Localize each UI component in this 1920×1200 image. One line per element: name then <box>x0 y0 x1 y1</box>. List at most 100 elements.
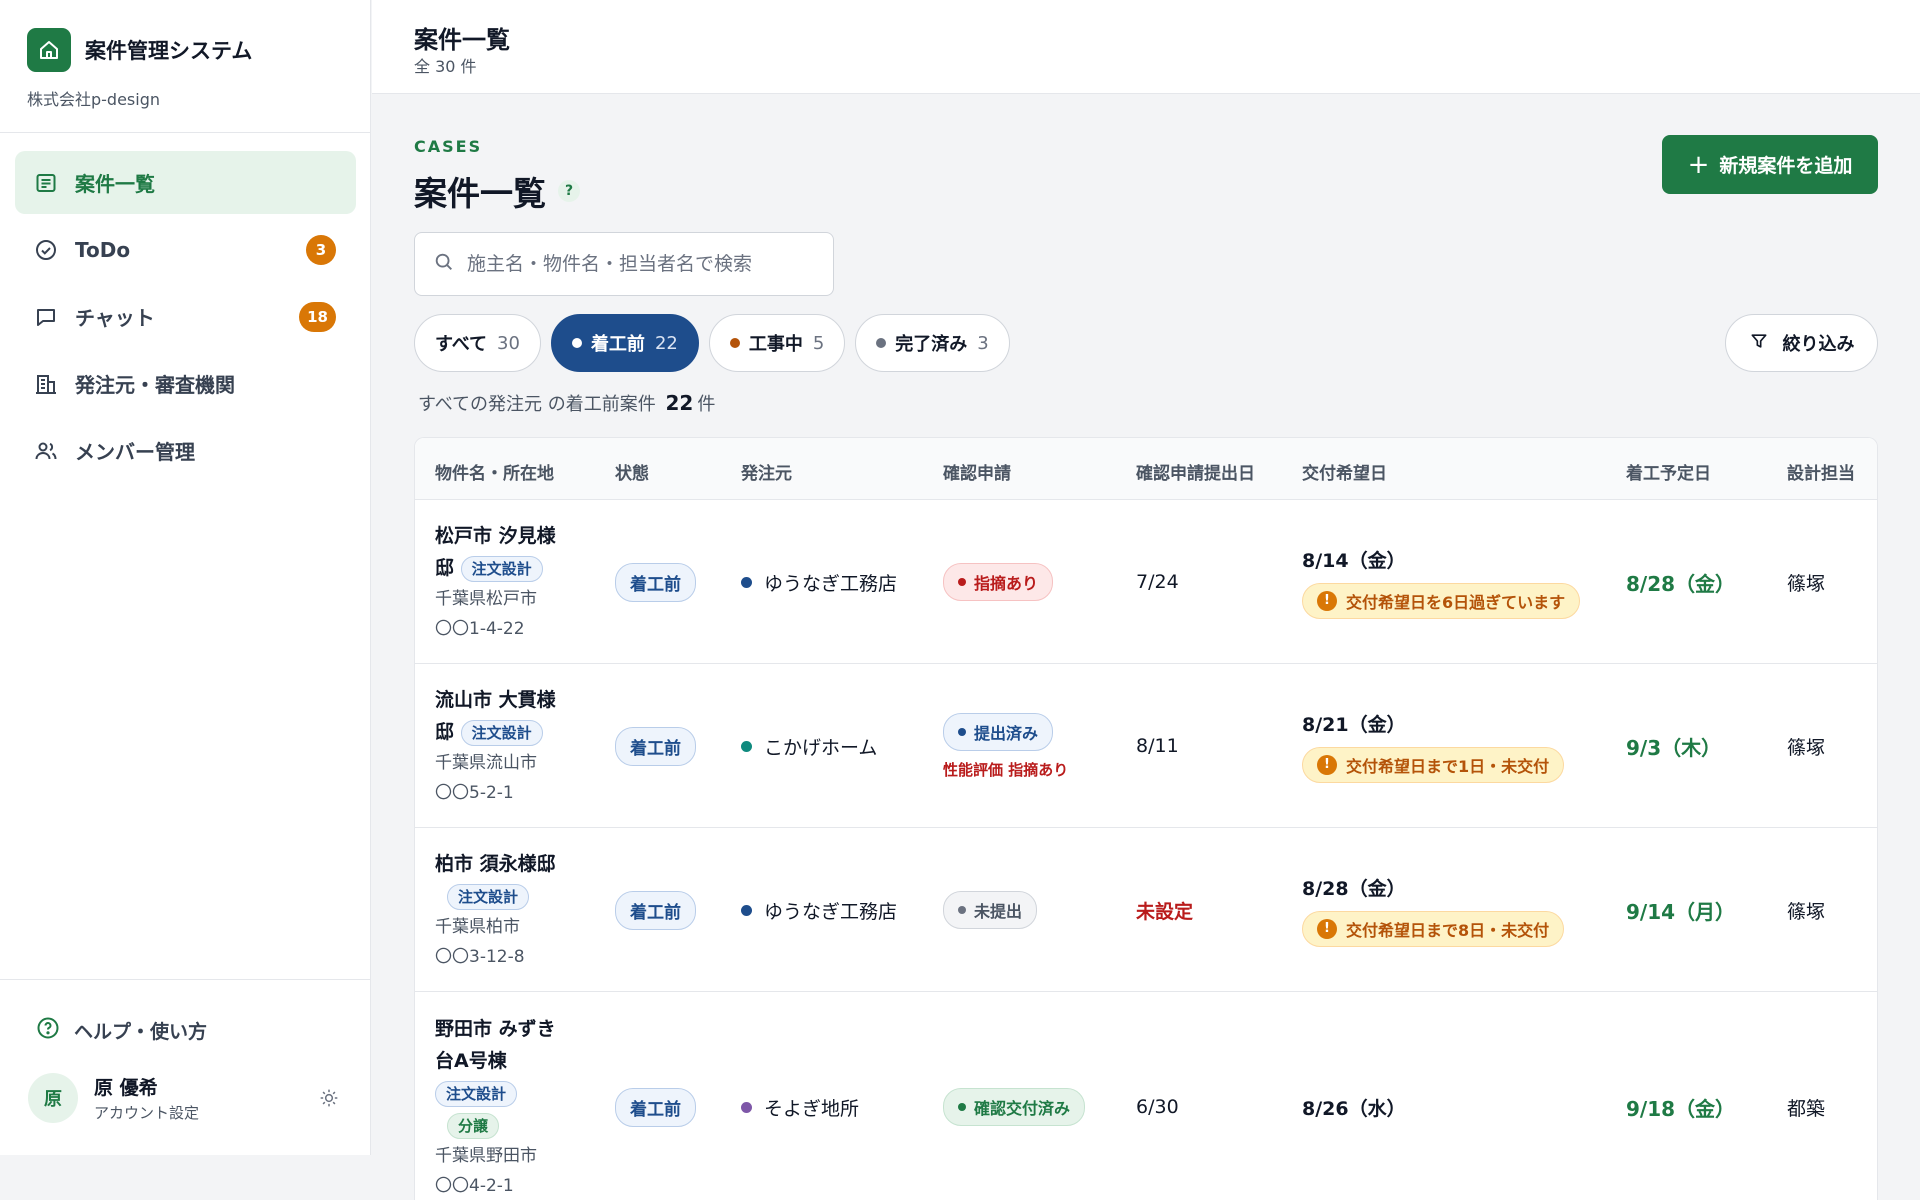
property-address-line: 〇〇1-4-22 <box>435 619 525 639</box>
status-dot-icon <box>876 338 887 348</box>
property-name-line: 注文設計 <box>435 880 556 912</box>
column-header[interactable]: 確認申請 <box>943 459 1011 484</box>
type-tag: 注文設計 <box>435 1080 518 1107</box>
client-name[interactable]: こかげホーム <box>741 733 877 760</box>
column-header[interactable]: 着工予定日 <box>1626 459 1711 484</box>
start-date-cell: 8/28（金） <box>1626 500 1735 664</box>
check-circle-icon <box>33 237 59 263</box>
brand[interactable]: 案件管理システム <box>27 28 252 72</box>
property-address: 千葉県野田市 <box>435 1146 537 1166</box>
search-input[interactable] <box>467 253 807 275</box>
status-tab[interactable]: 着工前 22 <box>550 314 699 372</box>
delivery-cell: 8/14（金）! 交付希望日を6日過ぎています <box>1302 500 1581 664</box>
sun-icon[interactable] <box>316 1085 342 1111</box>
client-name[interactable]: ゆうなぎ工務店 <box>741 569 897 596</box>
property-name-cont[interactable]: 邸 <box>435 557 454 579</box>
top-header: 案件一覧 全 30 件 <box>372 0 1920 94</box>
confirm-note: 性能評価 指摘あり <box>943 760 1069 779</box>
filter-button[interactable]: 絞り込み <box>1725 314 1878 372</box>
sidebar-item-check-circle[interactable]: ToDo 3 <box>15 218 356 281</box>
sidebar-item-users[interactable]: メンバー管理 <box>15 419 356 482</box>
users-icon <box>33 438 59 464</box>
help-circle-icon <box>36 1016 60 1044</box>
designer-name: 篠塚 <box>1787 900 1826 923</box>
tab-label: すべて <box>435 334 488 355</box>
status-badge: 着工前 <box>615 726 696 766</box>
property-cell: 松戸市 汐見様邸 注文設計 千葉県松戸市 〇〇1-4-22 <box>435 500 585 664</box>
page-title-text: 案件一覧 <box>414 174 546 213</box>
column-header[interactable]: 状態 <box>615 459 649 484</box>
status-dot-icon <box>729 338 740 348</box>
cases-table: 物件名・所在地 状態 発注元 確認申請 確認申請提出日 交付希望日 着工予定日 設計担当 松戸… <box>414 437 1878 1200</box>
property-address-line: 〇〇3-12-8 <box>435 947 525 967</box>
status-badge: 着工前 <box>615 1087 696 1127</box>
client-name[interactable]: そよぎ地所 <box>741 1094 859 1121</box>
client-label: そよぎ地所 <box>764 1097 860 1120</box>
property-address-line: 〇〇4-2-1 <box>435 1176 514 1196</box>
property-name[interactable]: 柏市 須永様邸 <box>435 848 556 880</box>
account-settings-link[interactable]: アカウント設定 <box>94 1102 199 1123</box>
type-tag: 注文設計 <box>447 883 530 910</box>
company-name: 株式会社p-design <box>27 90 161 109</box>
column-header[interactable]: 発注元 <box>741 459 792 484</box>
column-header[interactable]: 確認申請提出日 <box>1136 459 1255 484</box>
property-cell: 野田市 みずき 台A号棟 注文設計 分譲 千葉県野田市 〇〇4-2-1 <box>435 992 585 1200</box>
property-address: 千葉県柏市 <box>435 917 520 937</box>
delivery-date: 8/28（金） <box>1302 877 1406 900</box>
client-dot-icon <box>741 576 752 588</box>
delivery-warning: ! 交付希望日まで1日・未交付 <box>1302 746 1565 783</box>
add-case-label: 新規案件を追加 <box>1719 155 1853 177</box>
help-tooltip-icon[interactable]: ? <box>558 180 580 202</box>
table-row[interactable]: 流山市 大貫様邸 注文設計 千葉県流山市 〇〇5-2-1 着工前 こかげホーム 提出済み性… <box>415 664 1877 828</box>
property-name-line: 台A号棟 注文設計 <box>435 1045 585 1109</box>
tab-label: 工事中 <box>748 334 803 355</box>
summary-count: 22 <box>665 391 694 415</box>
status-tab[interactable]: 工事中 5 <box>708 314 846 372</box>
table-row[interactable]: 柏市 須永様邸 注文設計 千葉県柏市 〇〇3-12-8 着工前 ゆうなぎ工務店 未提出 未設定… <box>415 828 1877 992</box>
designer-cell: 篠塚 <box>1787 500 1825 664</box>
tab-count: 3 <box>977 332 989 354</box>
type-tag: 分譲 <box>447 1112 500 1139</box>
sidebar-item-building[interactable]: 発注元・審査機関 <box>15 352 356 415</box>
property-name[interactable]: 野田市 みずき <box>435 1013 585 1045</box>
client-cell: ゆうなぎ工務店 <box>741 500 897 664</box>
start-date-cell: 9/14（月） <box>1626 828 1735 992</box>
sidebar: 案件管理システム 株式会社p-design 案件一覧 ToDo 3 チャット 18 発注元… <box>0 0 371 1155</box>
chat-icon <box>33 304 59 330</box>
add-case-button[interactable]: + 新規案件を追加 <box>1662 135 1878 194</box>
client-name[interactable]: ゆうなぎ工務店 <box>741 897 897 924</box>
help-link[interactable]: ヘルプ・使い方 <box>36 1016 207 1044</box>
status-cell: 着工前 <box>615 992 696 1200</box>
status-tab[interactable]: すべて 30 <box>414 314 541 372</box>
type-tag: 注文設計 <box>460 719 543 746</box>
table-row[interactable]: 松戸市 汐見様邸 注文設計 千葉県松戸市 〇〇1-4-22 着工前 ゆうなぎ工務店 指摘あ… <box>415 500 1877 664</box>
property-name-line: 邸 注文設計 <box>435 552 556 584</box>
tab-label: 着工前 <box>590 334 645 355</box>
sidebar-item-label: メンバー管理 <box>75 440 195 464</box>
column-header[interactable]: 物件名・所在地 <box>435 459 554 484</box>
designer-name: 都築 <box>1787 1097 1826 1120</box>
status-dot-icon <box>958 727 966 736</box>
delivery-cell: 8/26（水） <box>1302 992 1406 1200</box>
property-name-cont[interactable]: 台A号棟 <box>435 1050 507 1072</box>
user-account[interactable]: 原 原 優希 アカウント設定 <box>28 1073 342 1123</box>
property-name[interactable]: 松戸市 汐見様 <box>435 520 556 552</box>
status-tab[interactable]: 完了済み 3 <box>855 314 1010 372</box>
submit-date-cell: 6/30 <box>1136 992 1179 1200</box>
property-name-cont[interactable]: 邸 <box>435 721 454 743</box>
submit-date: 7/24 <box>1136 571 1179 593</box>
sidebar-item-list[interactable]: 案件一覧 <box>15 151 356 214</box>
submit-date-cell: 7/24 <box>1136 500 1179 664</box>
confirm-status-badge: 確認交付済み <box>943 1088 1086 1126</box>
search-box[interactable] <box>414 232 834 296</box>
header-count: 全 30 件 <box>414 57 477 76</box>
column-header[interactable]: 交付希望日 <box>1302 459 1387 484</box>
sidebar-item-chat[interactable]: チャット 18 <box>15 285 356 348</box>
table-row[interactable]: 野田市 みずき 台A号棟 注文設計 分譲 千葉県野田市 〇〇4-2-1 着工前 そよぎ地所 確… <box>415 992 1877 1200</box>
alert-icon: ! <box>1317 754 1337 775</box>
column-header[interactable]: 設計担当 <box>1787 459 1855 484</box>
client-dot-icon <box>741 904 752 916</box>
filter-icon <box>1749 331 1769 356</box>
property-name[interactable]: 流山市 大貫様 <box>435 684 556 716</box>
property-address-line: 〇〇5-2-1 <box>435 783 514 803</box>
